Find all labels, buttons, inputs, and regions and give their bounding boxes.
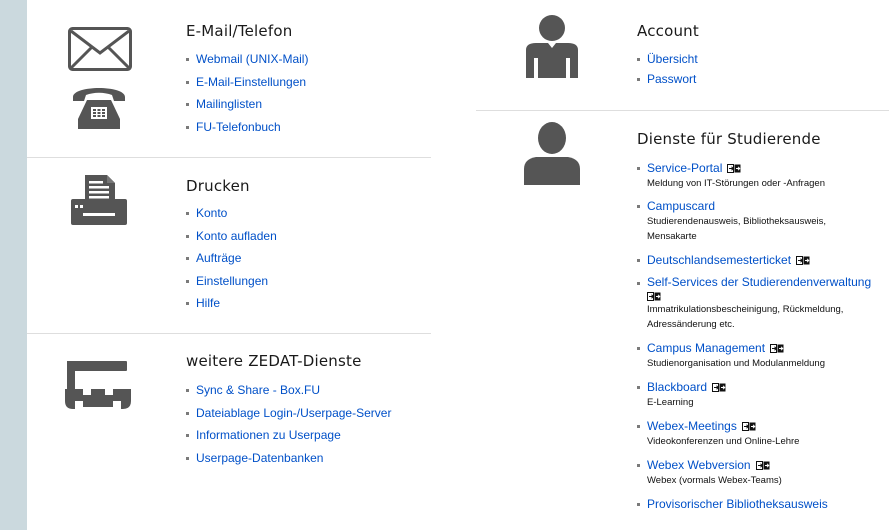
service-portal-desc: Meldung von IT-Störungen oder -Anfragen (647, 178, 825, 189)
list-item: Deutschlandsemesterticket (637, 252, 887, 268)
external-link-icon[interactable] (796, 256, 810, 265)
section-title-account: Account (637, 22, 699, 40)
webex-webversion-desc: Webex (vormals Webex-Teams) (647, 475, 782, 486)
list-item: Sync & Share - Box.FU (186, 382, 391, 405)
list-item: Provisorischer Bibliotheksausweis (637, 496, 887, 512)
konto-link[interactable]: Konto (196, 206, 227, 220)
webmail-link[interactable]: Webmail (UNIX-Mail) (196, 52, 308, 66)
uebersicht-link[interactable]: Übersicht (647, 52, 698, 66)
list-item: Service-Portal Meldung von IT-Störungen … (637, 160, 887, 191)
students-links: Service-Portal Meldung von IT-Störungen … (637, 160, 887, 512)
service-portal-link[interactable]: Service-Portal (647, 161, 722, 175)
list-item: Webmail (UNIX-Mail) (186, 51, 308, 74)
campuscard-desc: Studierendenausweis, Bibliotheksausweis, (647, 216, 827, 227)
list-item: Informationen zu Userpage (186, 427, 391, 450)
list-item: Campus Management Studienorganisation un… (637, 340, 887, 371)
more-links: Sync & Share - Box.FU Dateiablage Login-… (186, 382, 391, 472)
self-services-desc-2: Adressänderung etc. (647, 319, 735, 330)
section-email-telefon: E-Mail/Telefon Webmail (UNIX-Mail) E-Mai… (27, 0, 431, 157)
external-link-icon[interactable] (770, 344, 784, 353)
section-drucken: Drucken Konto Konto aufladen Aufträge Ei… (27, 158, 431, 333)
external-link-icon[interactable] (756, 461, 770, 470)
list-item: Aufträge (186, 250, 277, 273)
self-services-link[interactable]: Self-Services der Studierendenverwaltung (647, 275, 871, 289)
section-weitere-dienste: weitere ZEDAT-Dienste Sync & Share - Box… (27, 334, 431, 530)
passwort-link[interactable]: Passwort (647, 72, 696, 86)
campuscard-link[interactable]: Campuscard (647, 199, 715, 213)
section-title-drucken: Drucken (186, 177, 250, 195)
section-title-email: E-Mail/Telefon (186, 22, 293, 40)
dateiablage-link[interactable]: Dateiablage Login-/Userpage-Server (196, 406, 391, 420)
webex-meetings-link[interactable]: Webex-Meetings (647, 419, 737, 433)
list-item: Konto (186, 205, 277, 228)
section-title-studierende: Dienste für Studierende (637, 130, 821, 148)
email-links: Webmail (UNIX-Mail) E-Mail-Einstellungen… (186, 51, 308, 141)
webex-meetings-desc: Videokonferenzen und Online-Lehre (647, 436, 800, 447)
blackboard-desc: E-Learning (647, 397, 694, 408)
list-item: Mailinglisten (186, 96, 308, 119)
print-links: Konto Konto aufladen Aufträge Einstellun… (186, 205, 277, 318)
list-item: Campuscard Studierendenausweis, Biblioth… (637, 198, 887, 244)
student-icon (524, 122, 580, 185)
envelope-icon (68, 27, 132, 71)
box-fu-link[interactable]: Sync & Share - Box.FU (196, 383, 320, 397)
list-item: E-Mail-Einstellungen (186, 74, 308, 97)
userpage-db-link[interactable]: Userpage-Datenbanken (196, 451, 323, 465)
campus-management-link[interactable]: Campus Management (647, 341, 765, 355)
list-item: Konto aufladen (186, 228, 277, 251)
einstellungen-link[interactable]: Einstellungen (196, 274, 268, 288)
external-link-icon[interactable] (712, 383, 726, 392)
list-item: Userpage-Datenbanken (186, 450, 391, 473)
telephone-icon (73, 88, 125, 129)
section-studierende: Dienste für Studierende Service-Portal M… (476, 111, 889, 530)
deutschlandsemesterticket-link[interactable]: Deutschlandsemesterticket (647, 253, 791, 267)
list-item: Übersicht (637, 51, 698, 71)
external-link-icon[interactable] (727, 164, 741, 173)
auftraege-link[interactable]: Aufträge (196, 251, 241, 265)
printer-icon (71, 175, 127, 225)
list-item: Self-Services der Studierendenverwaltung… (637, 275, 887, 332)
list-item: Hilfe (186, 295, 277, 318)
email-settings-link[interactable]: E-Mail-Einstellungen (196, 75, 306, 89)
list-item: Passwort (637, 71, 698, 91)
external-link-icon[interactable] (742, 422, 756, 431)
list-item: Dateiablage Login-/Userpage-Server (186, 405, 391, 428)
bibliotheksausweis-link[interactable]: Provisorischer Bibliotheksausweis (647, 497, 828, 511)
external-link-icon[interactable] (647, 292, 661, 301)
section-title-weitere: weitere ZEDAT-Dienste (186, 352, 362, 370)
user-suit-icon (526, 15, 578, 78)
blackboard-link[interactable]: Blackboard (647, 380, 707, 394)
section-account: Account Übersicht Passwort (476, 0, 889, 110)
campuscard-desc-2: Mensakarte (647, 231, 697, 242)
list-item: FU-Telefonbuch (186, 119, 308, 142)
tools-icon (65, 361, 131, 409)
mailinglists-link[interactable]: Mailinglisten (196, 97, 262, 111)
account-links: Übersicht Passwort (637, 51, 698, 91)
campus-management-desc: Studienorganisation und Modulanmeldung (647, 358, 825, 369)
list-item: Webex-Meetings Videokonferenzen und Onli… (637, 418, 887, 449)
webex-webversion-link[interactable]: Webex Webversion (647, 458, 751, 472)
userpage-info-link[interactable]: Informationen zu Userpage (196, 428, 341, 442)
phonebook-link[interactable]: FU-Telefonbuch (196, 120, 281, 134)
konto-aufladen-link[interactable]: Konto aufladen (196, 229, 277, 243)
hilfe-link[interactable]: Hilfe (196, 296, 220, 310)
list-item: Webex Webversion Webex (vormals Webex-Te… (637, 457, 887, 488)
list-item: Einstellungen (186, 273, 277, 296)
self-services-desc: Immatrikulationsbescheinigung, Rückmeldu… (647, 304, 844, 315)
list-item: Blackboard E-Learning (637, 379, 887, 410)
services-panel: E-Mail/Telefon Webmail (UNIX-Mail) E-Mai… (27, 0, 889, 530)
